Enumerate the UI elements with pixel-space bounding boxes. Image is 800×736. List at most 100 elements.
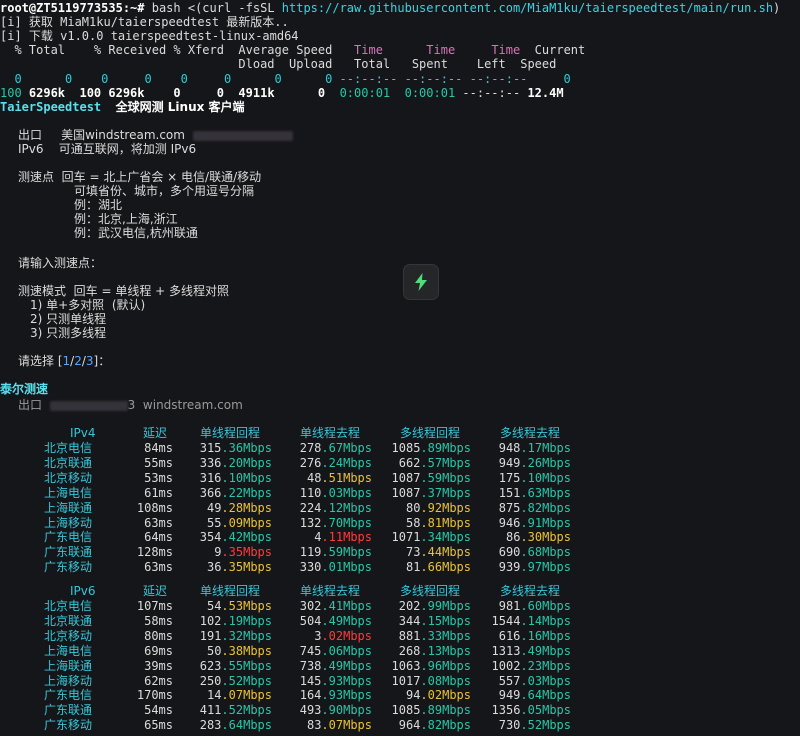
speedpoint-line: 测速点 回车 = 北上广省会 × 电信/联通/移动 [18, 170, 262, 184]
row-speed: 690.68Mbps [498, 545, 571, 560]
row-speed: 336.20Mbps [199, 455, 272, 470]
row-location: 广东联通 [44, 545, 93, 560]
row-location: 北京移动 [44, 628, 93, 643]
lightning-icon [415, 273, 427, 291]
row-location: 广东电信 [44, 688, 93, 703]
row-speed: 276.24Mbps [299, 455, 372, 470]
app-name: TaierSpeedtest [0, 100, 102, 114]
mode-option-1[interactable]: 1) 单+多对照 (默认) [30, 298, 145, 312]
ipv6-line: IPv6 可通互联网，将加测 IPv6 [18, 142, 197, 156]
row-speed: 94.02Mbps [405, 688, 471, 703]
row-speed: 86.30Mbps [505, 530, 571, 545]
row-speed: 875.82Mbps [498, 500, 571, 515]
row-speed: 202.99Mbps [398, 599, 471, 613]
row-speed: 411.52Mbps [199, 703, 272, 718]
speedpoint-hint-4: 例：武汉电信,杭州联通 [74, 226, 198, 240]
row-speed: 616.16Mbps [498, 628, 571, 643]
curl-header-1: % Total % Received % Xferd Average Speed… [0, 43, 586, 57]
result-exit-line: 出口 3 windstream.com [18, 398, 243, 412]
app-subtitle: 全球网测 Linux 客户端 [115, 100, 245, 114]
row-speed: 302.41Mbps [299, 599, 372, 613]
app-title-line: TaierSpeedtest 全球网测 Linux 客户端 [0, 100, 245, 114]
row-latency: 128ms [136, 545, 173, 560]
table-header-4: 多线程回程 [400, 426, 461, 440]
row-speed: 315.36Mbps [199, 441, 272, 455]
script-url[interactable]: https://raw.githubusercontent.com/MiaM1k… [282, 1, 773, 15]
table-header-1: 延迟 [143, 426, 168, 440]
row-speed: 283.64Mbps [199, 718, 272, 733]
speedpoint-hint-1: 可填省份、城市，多个用逗号分隔 [74, 184, 255, 198]
row-location: 北京电信 [44, 599, 93, 613]
row-latency: 80ms [144, 628, 173, 643]
row-speed: 102.19Mbps [199, 613, 272, 628]
row-speed: 939.97Mbps [498, 560, 571, 575]
speedpoint-hint-2: 例：湖北 [74, 198, 123, 212]
row-speed: 662.57Mbps [398, 455, 471, 470]
row-speed: 504.49Mbps [299, 613, 372, 628]
result-title: 泰尔测速 [0, 382, 49, 396]
row-speed: 344.15Mbps [398, 613, 471, 628]
row-speed: 250.52Mbps [199, 673, 272, 688]
row-speed: 1356.05Mbps [491, 703, 571, 718]
info-download-line: [i] 下载 v1.0.0 taierspeedtest-linux-amd64 [0, 29, 299, 43]
row-speed: 557.03Mbps [498, 673, 571, 688]
table-header-5: 多线程去程 [500, 426, 561, 440]
mode-option-2[interactable]: 2) 只测单线程 [30, 312, 106, 326]
row-latency: 64ms [144, 530, 173, 545]
table-header-0: IPv6 [70, 584, 96, 598]
row-speed: 151.63Mbps [498, 485, 571, 500]
row-speed: 881.33Mbps [398, 628, 471, 643]
row-speed: 946.91Mbps [498, 515, 571, 530]
row-latency: 107ms [136, 599, 173, 613]
row-speed: 316.10Mbps [199, 470, 272, 485]
row-speed: 949.64Mbps [498, 688, 571, 703]
row-latency: 61ms [144, 485, 173, 500]
row-speed: 9.35Mbps [214, 545, 272, 560]
info-fetch-line: [i] 获取 MiaM1ku/taierspeedtest 最新版本.. [0, 15, 289, 29]
row-latency: 54ms [144, 703, 173, 718]
row-location: 广东移动 [44, 718, 93, 733]
row-speed: 164.93Mbps [299, 688, 372, 703]
row-speed: 1544.14Mbps [491, 613, 571, 628]
row-speed: 49.28Mbps [206, 500, 272, 515]
row-location: 广东移动 [44, 560, 93, 575]
row-latency: 69ms [144, 643, 173, 658]
row-speed: 1085.89Mbps [391, 441, 471, 455]
row-speed: 58.81Mbps [405, 515, 471, 530]
speedpoint-hint-3: 例：北京,上海,浙江 [74, 212, 178, 226]
row-speed: 949.26Mbps [498, 455, 571, 470]
row-speed: 278.67Mbps [299, 441, 372, 455]
row-speed: 191.32Mbps [199, 628, 272, 643]
row-speed: 1087.37Mbps [391, 485, 471, 500]
row-speed: 268.13Mbps [398, 643, 471, 658]
row-speed: 493.90Mbps [299, 703, 372, 718]
row-location: 广东联通 [44, 703, 93, 718]
row-location: 北京联通 [44, 613, 93, 628]
row-speed: 110.03Mbps [299, 485, 372, 500]
row-speed: 981.60Mbps [498, 599, 571, 613]
row-speed: 50.38Mbps [206, 643, 272, 658]
shell-prompt: root@ZT5119773535:~# [0, 1, 152, 15]
terminal-window[interactable]: root@ZT5119773535:~# bash <(curl -fsSL h… [0, 0, 800, 736]
row-speed: 54.53Mbps [206, 599, 272, 613]
row-speed: 623.55Mbps [199, 658, 272, 673]
quick-action-button[interactable] [403, 264, 439, 300]
row-location: 北京电信 [44, 441, 93, 455]
table-header-1: 延迟 [143, 584, 168, 598]
row-speed: 224.12Mbps [299, 500, 372, 515]
row-latency: 84ms [144, 441, 173, 455]
row-speed: 948.17Mbps [498, 441, 571, 455]
row-latency: 108ms [136, 500, 173, 515]
row-location: 北京移动 [44, 470, 93, 485]
row-speed: 4.11Mbps [314, 530, 372, 545]
row-latency: 39ms [144, 658, 173, 673]
command-line: root@ZT5119773535:~# bash <(curl -fsSL h… [0, 1, 781, 15]
row-location: 上海移动 [44, 515, 93, 530]
row-speed: 1071.34Mbps [391, 530, 471, 545]
row-speed: 73.44Mbps [405, 545, 471, 560]
table-header-0: IPv4 [70, 426, 96, 440]
row-speed: 48.51Mbps [306, 470, 372, 485]
row-speed: 55.09Mbps [206, 515, 272, 530]
row-speed: 330.01Mbps [299, 560, 372, 575]
mode-option-3[interactable]: 3) 只测多线程 [30, 326, 106, 340]
